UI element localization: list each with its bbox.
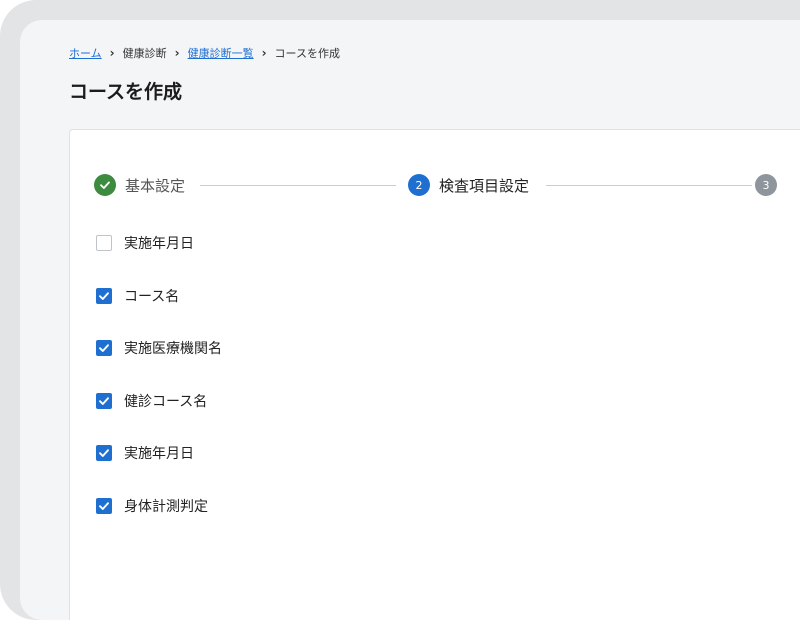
chevron-right-icon: › — [109, 46, 115, 60]
chevron-right-icon: › — [174, 46, 180, 60]
checkbox-checked-icon[interactable] — [96, 287, 112, 304]
step-number-badge: 3 — [755, 174, 777, 196]
breadcrumb-home-link[interactable]: ホーム — [69, 45, 102, 61]
page-title: コースを作成 — [69, 81, 183, 103]
chevron-right-icon: › — [261, 46, 267, 60]
step-label: 基本設定 — [125, 176, 186, 195]
checkbox-label: 身体計測判定 — [124, 498, 208, 515]
step-basic-settings[interactable]: 基本設定 — [94, 174, 185, 196]
checkbox-label: 健診コース名 — [124, 393, 208, 410]
checkbox-item[interactable]: 身体計測判定 — [96, 496, 208, 516]
tablet-frame: ホーム › 健康診断 › 健康診断一覧 › コースを作成 コースを作成 基本設定… — [0, 0, 800, 620]
checkbox-item[interactable]: 実施年月日 — [96, 443, 194, 463]
checkbox-item[interactable]: 健診コース名 — [96, 391, 207, 411]
step-label: 検査項目設定 — [439, 176, 530, 195]
checkbox-label: 実施年月日 — [124, 236, 194, 252]
tablet-screen: ホーム › 健康診断 › 健康診断一覧 › コースを作成 コースを作成 基本設定… — [20, 20, 800, 620]
check-circle-icon — [94, 174, 116, 196]
checkbox-label: 実施医療機関名 — [124, 341, 222, 357]
form-card: 基本設定 2 検査項目設定 3 実施年月日 コース名 実施医療機関名 健診コース名 実施… — [69, 129, 800, 620]
checkbox-item[interactable]: 実施医療機関名 — [96, 338, 222, 358]
step-connector — [546, 185, 752, 186]
breadcrumb-health-checkup: 健康診断 — [122, 47, 167, 60]
step-3[interactable]: 3 — [755, 174, 777, 196]
checkbox-item[interactable]: 実施年月日 — [96, 233, 194, 253]
checkbox-label: 実施年月日 — [124, 446, 194, 462]
checkbox-checked-icon[interactable] — [96, 392, 112, 409]
checkbox-item[interactable]: コース名 — [96, 286, 179, 306]
breadcrumb: ホーム › 健康診断 › 健康診断一覧 › コースを作成 — [69, 45, 340, 61]
checkbox-checked-icon[interactable] — [96, 340, 112, 356]
step-number-badge: 2 — [408, 174, 430, 196]
checkbox-checked-icon[interactable] — [96, 445, 112, 461]
stepper: 基本設定 2 検査項目設定 3 — [94, 174, 800, 198]
checkbox-checked-icon[interactable] — [96, 497, 112, 514]
step-test-items[interactable]: 2 検査項目設定 — [408, 174, 529, 196]
breadcrumb-checkup-list-link[interactable]: 健康診断一覧 — [188, 45, 254, 61]
breadcrumb-current: コースを作成 — [274, 47, 340, 60]
step-connector — [200, 185, 396, 186]
checkbox-unchecked-icon[interactable] — [96, 235, 112, 251]
checkbox-label: コース名 — [124, 288, 180, 305]
